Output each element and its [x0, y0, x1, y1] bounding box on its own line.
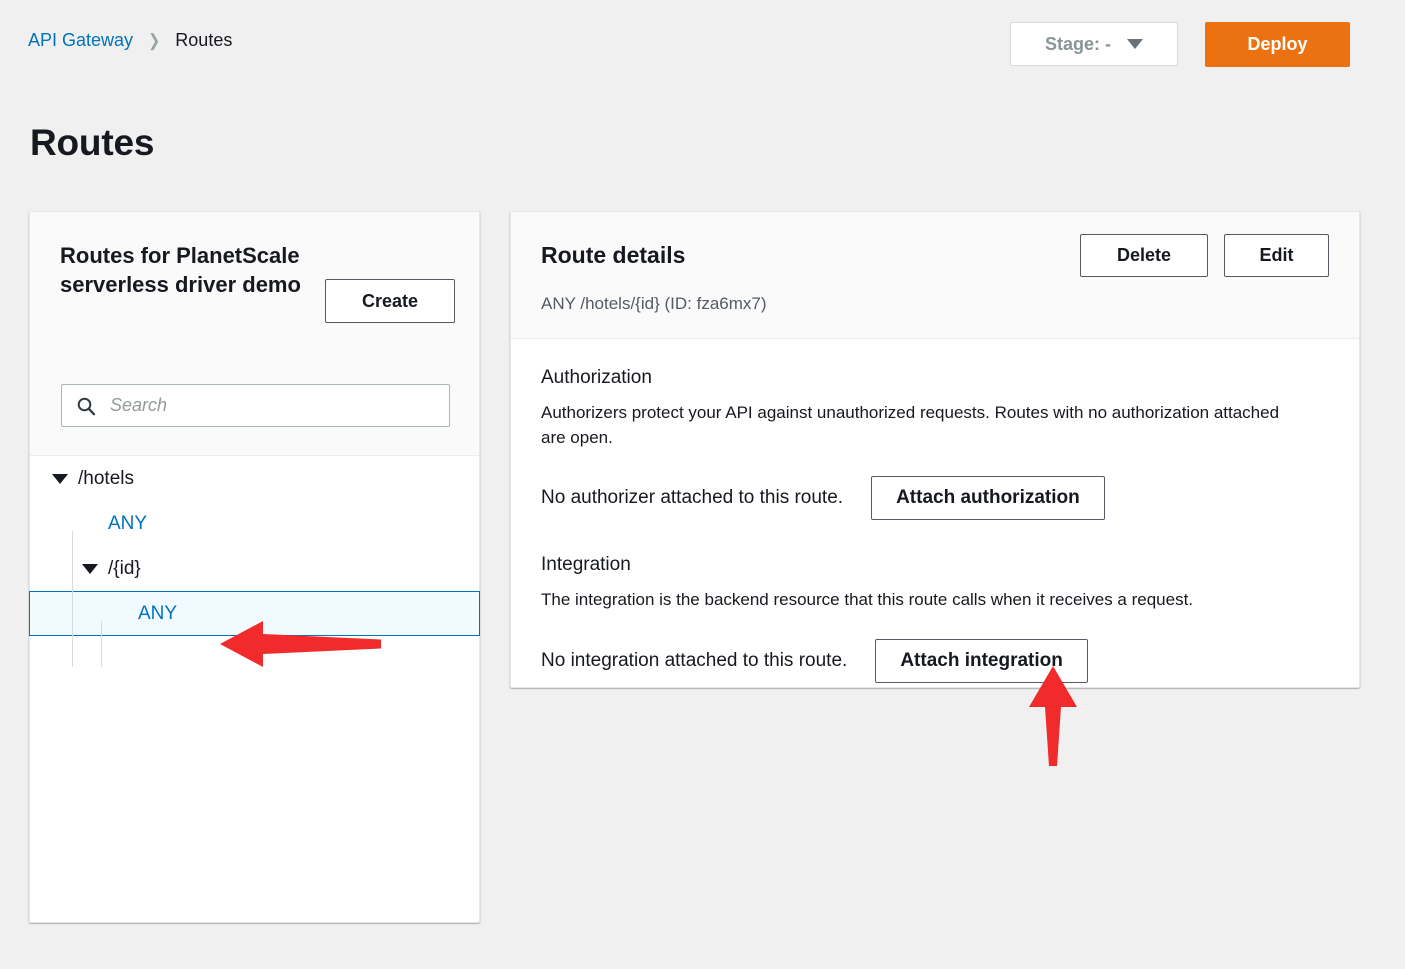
tree-item-path-label: /hotels: [78, 467, 134, 489]
chevron-right-icon: ❯: [148, 31, 161, 50]
tree-indent-guide: [72, 531, 73, 667]
tree-row[interactable]: /hotels: [30, 456, 479, 501]
stage-selector-label: Stage: -: [1044, 33, 1111, 54]
tree-row-selected[interactable]: ANY: [29, 591, 480, 636]
route-details-panel: Route details ANY /hotels/{id} (ID: fza6…: [510, 211, 1360, 688]
caret-down-icon[interactable]: [82, 563, 98, 574]
breadcrumb-current-routes: Routes: [175, 30, 233, 50]
tree-indent-guide: [101, 621, 102, 667]
caret-down-icon[interactable]: [52, 473, 68, 484]
authorization-status-text: No authorizer attached to this route.: [541, 487, 844, 509]
routes-search-box[interactable]: [61, 384, 450, 427]
authorization-heading: Authorization: [541, 367, 652, 388]
deploy-button[interactable]: Deploy: [1205, 22, 1350, 67]
integration-status-text: No integration attached to this route.: [541, 649, 848, 671]
delete-route-button[interactable]: Delete: [1080, 234, 1208, 277]
edit-route-button[interactable]: Edit: [1224, 234, 1329, 277]
stage-selector[interactable]: Stage: -: [1010, 22, 1178, 66]
create-route-button[interactable]: Create: [325, 279, 455, 323]
route-details-body: Authorization Authorizers protect your A…: [511, 339, 1359, 683]
tree-row[interactable]: /{id}: [30, 546, 479, 591]
breadcrumb-link-api-gateway[interactable]: API Gateway: [28, 30, 133, 51]
route-details-subtitle: ANY /hotels/{id} (ID: fza6mx7): [541, 294, 767, 313]
tree-item-method-label: ANY: [138, 602, 178, 624]
breadcrumb: API Gateway ❯ Routes: [28, 30, 232, 51]
tree-item-path-label: /{id}: [108, 557, 141, 579]
routes-panel-header: Routes for PlanetScale serverless driver…: [30, 212, 479, 456]
attach-integration-button[interactable]: Attach integration: [875, 638, 1088, 683]
routes-tree: /hotels ANY /{id} ANY: [29, 456, 480, 922]
integration-description: The integration is the backend resource …: [541, 590, 1194, 610]
integration-action-row: No integration attached to this route. A…: [541, 638, 1329, 683]
authorization-action-row: No authorizer attached to this route. At…: [541, 476, 1329, 521]
search-input[interactable]: [108, 394, 435, 417]
route-details-title: Route details: [541, 242, 686, 268]
tree-item-method-label: ANY: [108, 512, 148, 534]
page-title: Routes: [30, 122, 155, 163]
attach-authorization-button[interactable]: Attach authorization: [871, 476, 1105, 521]
chevron-down-icon: [1127, 39, 1143, 49]
route-details-header: Route details ANY /hotels/{id} (ID: fza6…: [511, 212, 1359, 339]
search-icon: [76, 396, 96, 416]
routes-panel-title: Routes for PlanetScale serverless driver…: [60, 243, 301, 297]
routes-panel: Routes for PlanetScale serverless driver…: [29, 211, 480, 923]
tree-row[interactable]: ANY: [30, 501, 479, 546]
page-root: API Gateway ❯ Routes Stage: - Deploy Rou…: [0, 0, 1405, 969]
integration-heading: Integration: [541, 554, 631, 576]
authorization-description: Authorizers protect your API against una…: [541, 403, 1280, 447]
